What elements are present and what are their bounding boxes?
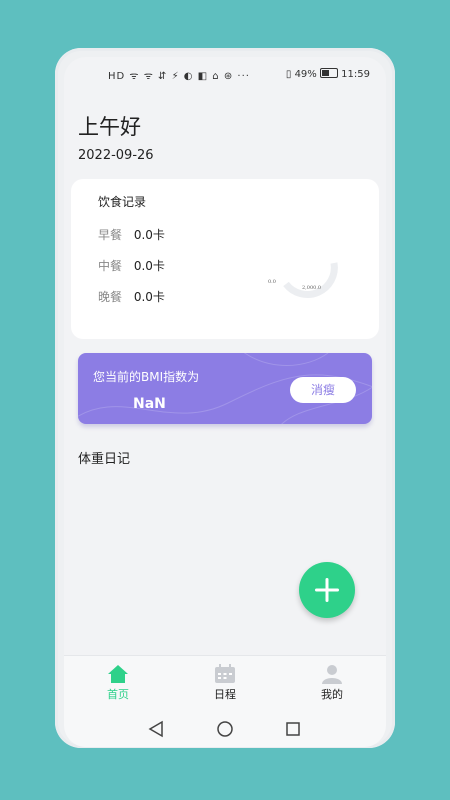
bmi-status-button[interactable]: 消瘦 (290, 377, 356, 403)
vibrate-icon: ▯ (285, 69, 292, 80)
bottom-tab-bar: 首页 日程 我的 (64, 655, 386, 712)
calorie-gauge: 0.0 2,000.0 (268, 262, 338, 298)
home-circle-icon[interactable] (217, 721, 233, 737)
status-bar: HD ᯤ ᯤ ⇵ ⚡ ◐ ◧ ⌂ ⊛ ··· ▯ 49% 11:59 (64, 65, 386, 85)
current-date: 2022-09-26 (78, 148, 154, 163)
system-nav-buttons (148, 720, 300, 738)
battery-icon (319, 68, 338, 78)
home-icon (108, 665, 128, 683)
tab-home[interactable]: 首页 (88, 664, 148, 702)
app-screen: HD ᯤ ᯤ ⇵ ⚡ ◐ ◧ ⌂ ⊛ ··· ▯ 49% 11:59 上午好 2… (64, 57, 386, 747)
greeting: 上午好 (78, 115, 141, 139)
status-right: ▯ 49% 11:59 (286, 68, 370, 80)
meal-label: 中餐 (98, 259, 123, 273)
tab-me[interactable]: 我的 (302, 664, 362, 702)
battery-percent: 49% (294, 69, 317, 80)
calendar-icon (215, 664, 235, 683)
tab-schedule[interactable]: 日程 (195, 664, 255, 702)
system-nav-bar (64, 711, 386, 747)
tab-label: 日程 (214, 688, 236, 701)
meal-value: 0.0卡 (133, 228, 165, 242)
meal-label: 晚餐 (98, 290, 123, 304)
gauge-max-label: 2,000.0 (302, 285, 321, 291)
back-icon[interactable] (148, 720, 163, 738)
diet-record-card[interactable]: 饮食记录 早餐 0.0卡 中餐 0.0卡 晚餐 0.0卡 0.0 2,000.0 (71, 179, 379, 339)
meal-value: 0.0卡 (133, 290, 165, 304)
meal-label: 早餐 (98, 228, 123, 242)
recents-icon[interactable] (286, 722, 300, 736)
bmi-label: 您当前的BMI指数为 (93, 370, 200, 384)
gauge-min-label: 0.0 (268, 279, 276, 285)
add-button[interactable] (299, 562, 355, 618)
plus-icon (315, 578, 339, 602)
tab-label: 首页 (107, 688, 129, 701)
bmi-value: NaN (133, 396, 166, 412)
status-time: 11:59 (341, 69, 370, 80)
meal-row-breakfast: 早餐 0.0卡 (98, 226, 165, 243)
meal-value: 0.0卡 (133, 259, 165, 273)
diet-card-title: 饮食记录 (98, 195, 147, 209)
tab-label: 我的 (321, 688, 343, 701)
user-icon (322, 665, 342, 684)
meal-row-lunch: 中餐 0.0卡 (98, 257, 165, 274)
weight-diary-title: 体重日记 (78, 452, 131, 467)
status-icons: HD ᯤ ᯤ ⇵ ⚡ ◐ ◧ ⌂ ⊛ ··· (108, 71, 250, 82)
meal-row-dinner: 晚餐 0.0卡 (98, 288, 165, 305)
bmi-card[interactable]: 您当前的BMI指数为 NaN 消瘦 (78, 353, 372, 424)
